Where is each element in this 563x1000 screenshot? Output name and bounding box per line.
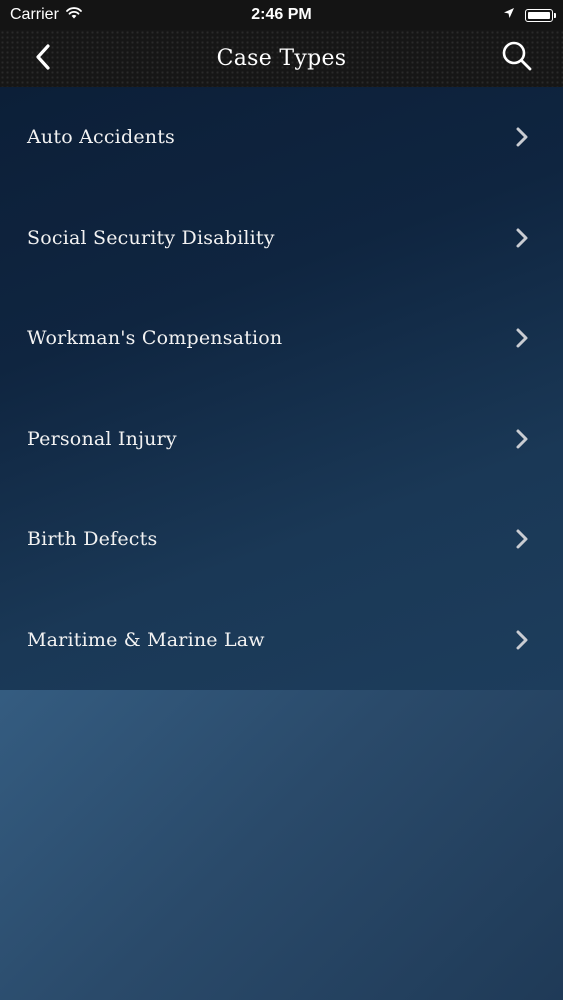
chevron-right-icon: [515, 126, 529, 148]
list-item-maritime-marine-law[interactable]: Maritime & Marine Law: [0, 590, 563, 691]
status-time: 2:46 PM: [251, 6, 312, 23]
chevron-right-icon: [515, 629, 529, 651]
list-item-workmans-compensation[interactable]: Workman's Compensation: [0, 288, 563, 389]
list-item-label: Social Security Disability: [27, 226, 275, 249]
chevron-right-icon: [515, 227, 529, 249]
list-item-label: Auto Accidents: [27, 126, 175, 149]
status-bar: Carrier 2:46 PM: [0, 0, 563, 30]
status-right: [503, 6, 556, 24]
list-item-birth-defects[interactable]: Birth Defects: [0, 489, 563, 590]
list-item-personal-injury[interactable]: Personal Injury: [0, 389, 563, 490]
page-title: Case Types: [216, 46, 347, 71]
list-item-label: Maritime & Marine Law: [27, 628, 265, 651]
list-item-label: Personal Injury: [27, 427, 177, 450]
search-button[interactable]: [499, 40, 535, 76]
chevron-left-icon: [35, 43, 51, 75]
search-icon: [501, 40, 533, 77]
list-item-social-security-disability[interactable]: Social Security Disability: [0, 188, 563, 289]
chevron-right-icon: [515, 528, 529, 550]
case-types-list: Auto Accidents Social Security Disabilit…: [0, 87, 563, 690]
back-button[interactable]: [26, 42, 60, 76]
wifi-icon: [65, 6, 83, 24]
chevron-right-icon: [515, 428, 529, 450]
list-item-label: Workman's Compensation: [27, 327, 283, 350]
carrier-label: Carrier: [10, 6, 59, 23]
location-arrow-icon: [503, 6, 515, 24]
list-item-label: Birth Defects: [27, 528, 158, 551]
battery-icon: [525, 8, 556, 22]
status-left: Carrier: [10, 6, 83, 24]
navigation-bar: Case Types: [0, 30, 563, 87]
list-item-auto-accidents[interactable]: Auto Accidents: [0, 87, 563, 188]
chevron-right-icon: [515, 327, 529, 349]
